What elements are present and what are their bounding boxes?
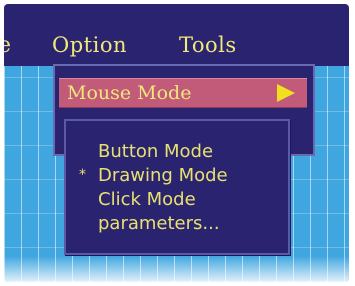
menu-bar: e Option Tools xyxy=(4,4,349,66)
canvas-fade xyxy=(4,256,349,282)
submenu-item-drawing-mode[interactable]: Drawing Mode xyxy=(98,165,228,186)
menu-item-label: Mouse Mode xyxy=(67,82,192,104)
menu-item-mouse-mode[interactable]: Mouse Mode xyxy=(59,78,307,108)
screenshot-frame: e Option Tools Mouse Mode * Button Mode … xyxy=(0,0,355,286)
menu-tools[interactable]: Tools xyxy=(179,33,237,57)
submenu-item-click-mode[interactable]: Click Mode xyxy=(98,189,196,210)
menu-item-partial[interactable]: e xyxy=(4,33,11,58)
submenu-item-parameters[interactable]: parameters... xyxy=(98,213,220,234)
menu-option[interactable]: Option xyxy=(52,33,127,57)
mouse-mode-submenu: * Button Mode Drawing Mode Click Mode pa… xyxy=(64,119,290,255)
submenu-arrow-icon xyxy=(277,84,295,102)
checkmark-icon: * xyxy=(79,167,86,183)
submenu-item-button-mode[interactable]: Button Mode xyxy=(98,141,213,162)
